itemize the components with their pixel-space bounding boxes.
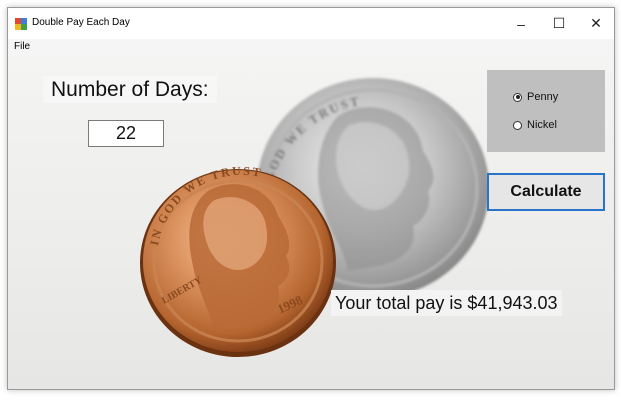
radio-penny[interactable]: Penny — [513, 91, 558, 103]
minimize-button[interactable]: – — [503, 8, 539, 39]
radio-penny-label[interactable]: Penny — [527, 91, 558, 103]
radio-penny-indicator[interactable] — [513, 92, 522, 102]
days-label: Number of Days: — [43, 76, 217, 103]
radio-nickel[interactable]: Nickel — [513, 119, 557, 131]
radio-nickel-label[interactable]: Nickel — [527, 119, 557, 131]
window-title: Double Pay Each Day — [32, 17, 130, 28]
menu-file[interactable]: File — [14, 41, 30, 52]
menu-bar: File — [8, 39, 614, 56]
result-label: Your total pay is $41,943.03 — [331, 290, 562, 316]
minimize-icon: – — [517, 15, 525, 32]
app-window: Double Pay Each Day – ☐ ✕ File OD WE TRU… — [7, 7, 615, 390]
client-area: IN GOD WE TRUST IN GOD WE TRUST LIBERTY … — [8, 56, 614, 389]
title-bar[interactable]: Double Pay Each Day – ☐ ✕ — [8, 8, 614, 39]
radio-nickel-indicator[interactable] — [513, 120, 522, 130]
close-icon: ✕ — [590, 15, 602, 31]
maximize-icon: ☐ — [552, 15, 566, 31]
days-input[interactable] — [88, 120, 164, 147]
close-button[interactable]: ✕ — [578, 8, 614, 39]
coin-radio-group: Penny Nickel — [487, 70, 605, 152]
calculate-button[interactable]: Calculate — [487, 173, 605, 211]
maximize-button[interactable]: ☐ — [541, 8, 577, 39]
app-icon — [15, 18, 27, 30]
